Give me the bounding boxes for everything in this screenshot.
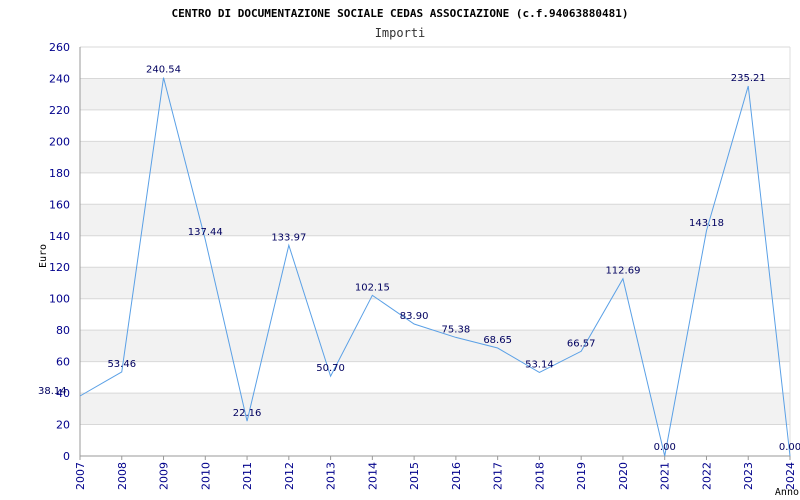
data-label: 112.69 [605,266,640,277]
y-tick-label: 120 [49,261,70,274]
data-label: 53.14 [525,359,554,370]
data-label: 0.00 [654,442,676,453]
background-bands [80,78,790,425]
x-tick-label: 2022 [700,462,713,490]
y-tick-label: 200 [49,135,70,148]
y-tick-label: 0 [63,450,70,463]
chart-title: CENTRO DI DOCUMENTAZIONE SOCIALE CEDAS A… [172,7,629,20]
x-tick-label: 2024 [784,462,797,490]
x-tick-label: 2014 [366,462,379,490]
x-tick-label: 2023 [742,462,755,490]
y-tick-label: 60 [56,356,70,369]
y-tick-label: 140 [49,230,70,243]
x-tick-label: 2011 [241,462,254,490]
background-band [80,204,790,236]
data-label: 66.57 [567,338,596,349]
data-label: 53.46 [107,359,136,370]
x-tick-label: 2021 [659,462,672,490]
y-tick-label: 100 [49,293,70,306]
y-axis-title: Euro [38,244,49,268]
data-label: 143.18 [689,218,724,229]
background-band [80,267,790,299]
data-label: 22.16 [233,408,262,419]
data-label: 0.00 [779,442,800,453]
data-label: 68.65 [483,335,512,346]
x-tick-label: 2009 [158,462,171,490]
data-label: 235.21 [731,73,766,84]
x-tick-label: 2016 [450,462,463,490]
y-tick-label: 240 [49,72,70,85]
data-label: 75.38 [442,324,471,335]
x-tick-label: 2019 [575,462,588,490]
line-chart: 020406080100120140160180200220240260 200… [38,7,800,498]
background-band [80,78,790,110]
y-tick-label: 220 [49,104,70,117]
x-tick-label: 2015 [408,462,421,490]
x-tick-label: 2020 [617,462,630,490]
x-tick-labels: 2007 2008 2009 2010 2011 2012 2013 2014 2015 2016… [74,462,797,490]
chart-subtitle: Importi [375,26,426,40]
x-tick-label: 2017 [492,462,505,490]
data-label: 83.90 [400,311,429,322]
y-tick-label: 80 [56,324,70,337]
x-tick-label: 2008 [116,462,129,490]
data-label: 137.44 [188,227,223,238]
y-tick-label: 160 [49,198,70,211]
x-tick-label: 2007 [74,462,87,490]
y-tick-labels: 020406080100120140160180200220240260 [49,41,70,463]
y-tick-label: 180 [49,167,70,180]
data-label: 133.97 [271,232,306,243]
y-tick-label: 20 [56,419,70,432]
x-axis-title: Anno [775,487,799,498]
data-label: 50.70 [316,363,345,374]
x-tick-label: 2013 [325,462,338,490]
background-band [80,393,790,425]
x-tick-label: 2010 [199,462,212,490]
y-tick-label: 260 [49,41,70,54]
data-label: 38.14 [38,386,67,397]
data-label: 240.54 [146,65,181,76]
x-tick-label: 2012 [283,462,296,490]
x-tick-label: 2018 [533,462,546,490]
data-label: 102.15 [355,282,390,293]
